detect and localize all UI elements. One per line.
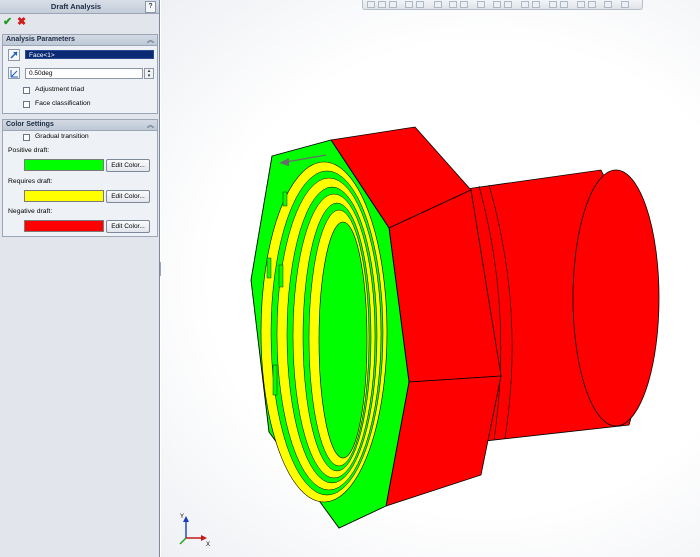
color-settings-header[interactable]: Color Settings ︽	[3, 120, 157, 131]
property-manager-panel: Draft Analysis ? ✔ ✖ Analysis Parameters…	[0, 0, 160, 557]
cancel-button[interactable]: ✖	[17, 15, 26, 28]
angle-spinner[interactable]: ▴ ▾	[144, 68, 154, 79]
requires-draft-swatch	[24, 190, 104, 202]
triad-x-label: X	[206, 542, 210, 548]
previous-view-icon[interactable]	[389, 1, 397, 8]
view-settings-icon[interactable]	[504, 1, 512, 8]
panel-titlebar: Draft Analysis ?	[0, 0, 159, 14]
face-classification-checkbox[interactable]	[23, 101, 30, 108]
hide-show-items-icon[interactable]	[460, 1, 468, 8]
positive-draft-label: Positive draft:	[8, 147, 50, 154]
apply-scene-icon[interactable]	[493, 1, 501, 8]
adjustment-triad-label: Adjustment triad	[35, 86, 85, 93]
ambient-occlusion-icon[interactable]	[560, 1, 568, 8]
face-classification-label: Face classification	[35, 100, 91, 107]
direction-of-pull-icon[interactable]	[8, 49, 20, 61]
graphics-viewport[interactable]: Y X	[161, 0, 700, 557]
rear-tube-end-face	[572, 169, 660, 427]
gradual-transition-checkbox[interactable]	[23, 134, 30, 141]
help-button[interactable]: ?	[145, 1, 156, 13]
toolbar-more-icon[interactable]	[621, 1, 629, 8]
view-orientation-icon[interactable]	[434, 1, 442, 8]
zoom-to-fit-icon[interactable]	[367, 1, 375, 8]
triad-y-label: Y	[180, 514, 184, 520]
edit-requires-color-button[interactable]: Edit Color...	[106, 190, 150, 203]
display-style-icon[interactable]	[449, 1, 457, 8]
gradual-transition-label: Gradual transition	[35, 133, 89, 140]
draft-analysis-model	[250, 126, 660, 529]
edit-appearance-icon[interactable]	[477, 1, 485, 8]
edit-negative-color-button[interactable]: Edit Color...	[106, 220, 150, 233]
edit-positive-color-button[interactable]: Edit Color...	[106, 159, 150, 172]
adjustment-triad-checkbox[interactable]	[23, 87, 30, 94]
render-tools-icon[interactable]	[604, 1, 612, 8]
positive-draft-swatch	[24, 159, 104, 171]
analysis-parameters-group: Analysis Parameters ︽ Face<1> 0.50deg ▴ ▾…	[2, 34, 158, 114]
color-settings-heading: Color Settings	[6, 121, 54, 128]
bore-inner-face	[318, 221, 368, 459]
heads-up-view-toolbar	[362, 0, 643, 10]
shadows-icon[interactable]	[521, 1, 529, 8]
reference-triad: Y X	[179, 514, 210, 548]
monitor-icon[interactable]	[588, 1, 596, 8]
analysis-parameters-header[interactable]: Analysis Parameters ︽	[3, 35, 157, 46]
collapse-icon[interactable]: ︽	[147, 120, 154, 130]
perspective-icon[interactable]	[532, 1, 540, 8]
draft-angle-input[interactable]: 0.50deg	[25, 68, 143, 79]
dynamic-annotation-icon[interactable]	[416, 1, 424, 8]
realview-icon[interactable]	[577, 1, 585, 8]
collapse-icon[interactable]: ︽	[147, 35, 154, 45]
negative-draft-swatch	[24, 220, 104, 232]
ok-button[interactable]: ✔	[3, 15, 12, 28]
analysis-parameters-heading: Analysis Parameters	[6, 36, 75, 43]
color-settings-group: Color Settings ︽ Gradual transition Posi…	[2, 119, 158, 237]
requires-draft-label: Requires draft:	[8, 178, 53, 185]
panel-title: Draft Analysis	[50, 2, 102, 11]
negative-draft-label: Negative draft:	[8, 208, 53, 215]
section-view-icon[interactable]	[405, 1, 413, 8]
cartoon-icon[interactable]	[549, 1, 557, 8]
face-selection-field[interactable]: Face<1>	[25, 50, 154, 59]
draft-angle-icon	[8, 67, 20, 79]
zoom-to-area-icon[interactable]	[378, 1, 386, 8]
